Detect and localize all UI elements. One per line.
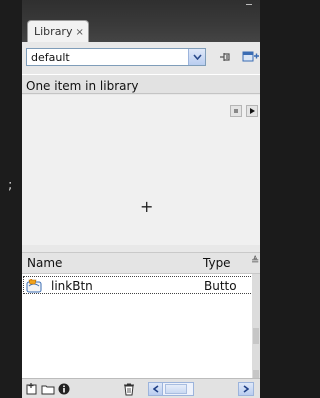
horizontal-scroll-thumb[interactable] <box>165 384 187 394</box>
new-folder-icon[interactable] <box>41 382 55 396</box>
stop-icon <box>234 109 238 113</box>
panel-titlebar: Library × <box>22 0 260 42</box>
registration-point-icon: + <box>140 197 154 216</box>
item-count-bar: One item in library <box>22 74 260 94</box>
button-symbol-icon <box>26 279 42 293</box>
list-item[interactable]: linkBtn Butto D <box>23 276 260 294</box>
preview-pane: + <box>22 95 260 245</box>
item-count-text: One item in library <box>26 79 139 93</box>
vertical-scrollbar[interactable] <box>252 274 260 384</box>
column-name-header[interactable]: Name <box>27 256 62 270</box>
properties-icon[interactable] <box>57 382 71 396</box>
library-dropdown-value: default <box>31 51 70 64</box>
scroll-right-icon[interactable] <box>238 382 254 396</box>
library-panel: Library× default One item in library + <box>22 0 260 398</box>
bottom-toolbar <box>22 378 260 398</box>
panel-body: default One item in library + Name Type … <box>22 42 260 398</box>
list-header: Name Type ≜ <box>22 252 260 274</box>
left-gutter: ; <box>0 0 22 398</box>
stop-button[interactable] <box>230 105 242 117</box>
library-dropdown[interactable]: default <box>26 48 206 66</box>
horizontal-scrollbar[interactable] <box>148 382 194 396</box>
chevron-down-icon[interactable] <box>188 49 205 65</box>
pin-library-icon[interactable] <box>218 50 232 64</box>
item-type: Butto <box>204 279 237 293</box>
library-item-list: linkBtn Butto D <box>22 274 260 384</box>
scroll-thumb[interactable] <box>253 328 259 344</box>
scroll-left-icon[interactable] <box>149 383 163 395</box>
item-name: linkBtn <box>51 279 93 293</box>
tab-library[interactable]: Library × <box>27 20 89 42</box>
sort-order-icon[interactable]: ≜ <box>251 256 259 267</box>
gutter-symbol: ; <box>8 178 13 193</box>
tab-label: Library <box>34 25 73 38</box>
tab-close-icon[interactable]: × <box>75 27 83 38</box>
delete-icon[interactable] <box>122 382 136 396</box>
new-library-panel-icon[interactable] <box>242 50 260 64</box>
play-button[interactable] <box>246 105 258 117</box>
new-symbol-icon[interactable] <box>25 382 39 396</box>
column-type-header[interactable]: Type <box>203 256 231 270</box>
collapse-icon[interactable] <box>246 4 252 5</box>
